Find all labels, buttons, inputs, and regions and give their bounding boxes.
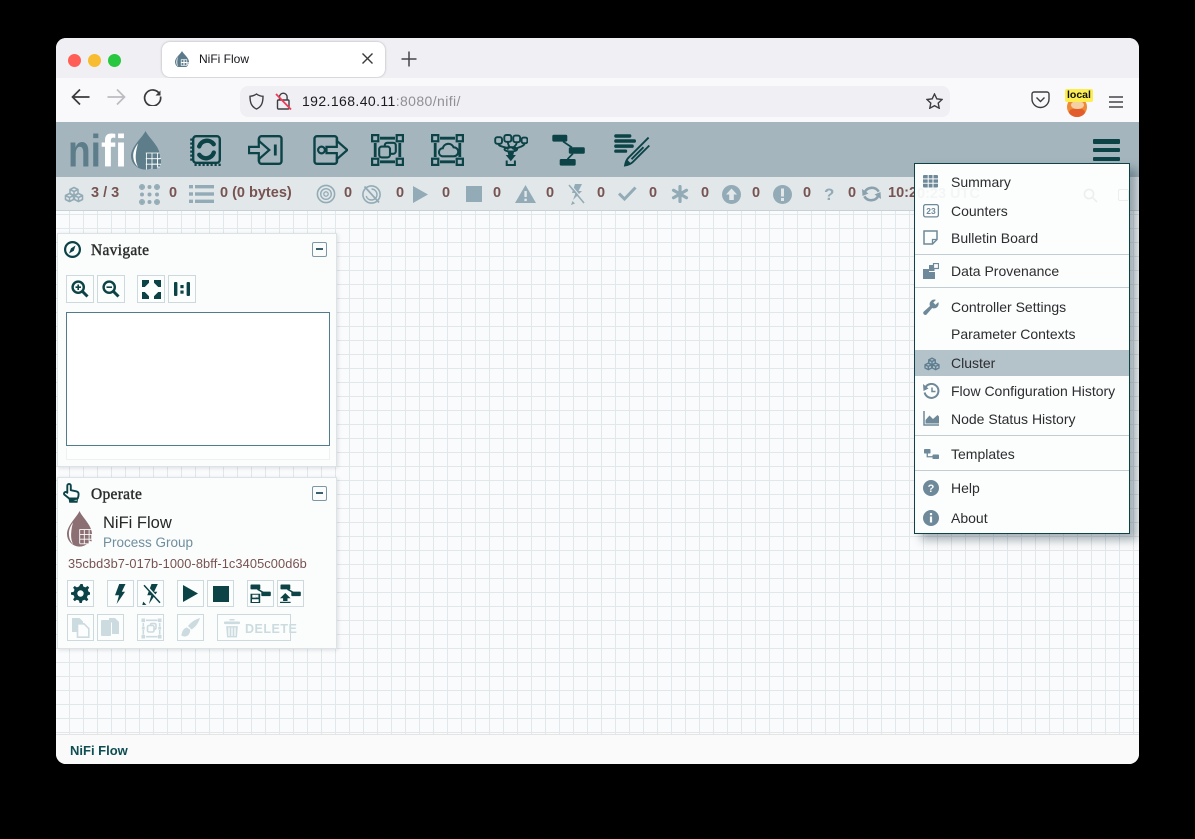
svg-text:fi: fi [101, 130, 127, 176]
svg-text:23: 23 [926, 206, 936, 216]
svg-text:ni: ni [68, 130, 101, 176]
svg-text:?: ? [928, 483, 935, 495]
